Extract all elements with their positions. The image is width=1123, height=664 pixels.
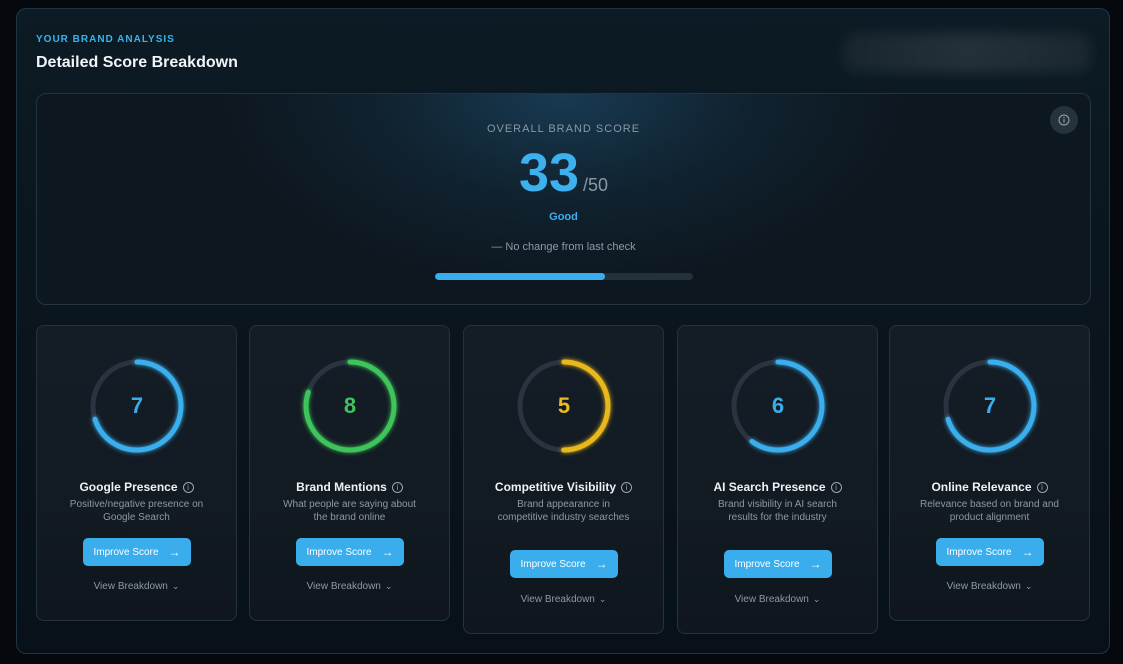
improve-score-label: Improve Score bbox=[520, 558, 586, 570]
info-icon[interactable]: i bbox=[182, 482, 194, 493]
info-icon[interactable]: i bbox=[1036, 482, 1048, 493]
score-value: 7 bbox=[130, 393, 144, 418]
improve-score-label: Improve Score bbox=[946, 546, 1012, 558]
overall-score-value: 33 bbox=[518, 143, 580, 203]
arrow-right-icon: → bbox=[595, 557, 608, 571]
score-value: 8 bbox=[343, 393, 357, 418]
score-breakdown-panel: YOUR BRAND ANALYSIS Detailed Score Break… bbox=[16, 8, 1110, 654]
score-card: 8 Brand Mentions i What people are saying a… bbox=[249, 325, 450, 621]
card-title: Google Presence i bbox=[37, 480, 236, 494]
view-breakdown-link[interactable]: View Breakdown ⌄ bbox=[890, 581, 1089, 592]
card-title-text: Brand Mentions bbox=[296, 480, 387, 494]
blurred-header-element bbox=[843, 33, 1091, 73]
improve-score-button[interactable]: Improve Score → bbox=[83, 538, 191, 566]
overall-progress-fill bbox=[435, 273, 606, 280]
arrow-right-icon: → bbox=[381, 545, 394, 559]
card-title: AI Search Presence i bbox=[678, 480, 877, 494]
overall-rating: Good bbox=[549, 211, 578, 223]
view-breakdown-label: View Breakdown bbox=[306, 581, 381, 592]
improve-score-button[interactable]: Improve Score → bbox=[724, 550, 832, 578]
view-breakdown-label: View Breakdown bbox=[520, 594, 595, 605]
score-ring: 5 bbox=[512, 354, 616, 458]
chevron-down-icon: ⌄ bbox=[384, 581, 393, 591]
improve-score-label: Improve Score bbox=[734, 558, 800, 570]
chevron-down-icon: ⌄ bbox=[171, 581, 180, 591]
arrow-right-icon: → bbox=[168, 545, 181, 559]
score-value: 5 bbox=[557, 393, 571, 418]
card-title-text: Competitive Visibility bbox=[494, 480, 617, 494]
improve-score-label: Improve Score bbox=[306, 546, 372, 558]
score-change-text: — No change from last check bbox=[491, 241, 636, 253]
card-title: Brand Mentions i bbox=[250, 480, 449, 494]
score-ring: 7 bbox=[938, 354, 1042, 458]
score-card: 7 Online Relevance i Relevance based on bra… bbox=[889, 325, 1090, 621]
overall-score-label: OVERALL BRAND SCORE bbox=[486, 123, 641, 135]
card-title: Competitive Visibility i bbox=[464, 480, 663, 494]
view-breakdown-link[interactable]: View Breakdown ⌄ bbox=[37, 581, 236, 592]
score-card: 5 Competitive Visibility i Brand appearance… bbox=[463, 325, 664, 634]
score-value: 6 bbox=[771, 393, 785, 418]
info-icon[interactable]: i bbox=[391, 482, 403, 493]
score-ring: 7 bbox=[85, 354, 189, 458]
score-value: 7 bbox=[983, 393, 997, 418]
card-description: Positive/negative presence on Google Sea… bbox=[69, 499, 204, 523]
info-icon[interactable]: i bbox=[621, 482, 633, 493]
improve-score-button[interactable]: Improve Score → bbox=[936, 538, 1044, 566]
section-kicker: YOUR BRAND ANALYSIS bbox=[36, 34, 175, 45]
info-icon[interactable]: i bbox=[830, 482, 842, 493]
overall-score-card: OVERALL BRAND SCORE 33/50 Good — No chan… bbox=[36, 93, 1091, 305]
card-title: Online Relevance i bbox=[890, 480, 1089, 494]
score-card: 7 Google Presence i Positive/negative prese… bbox=[36, 325, 237, 621]
chevron-down-icon: ⌄ bbox=[598, 594, 607, 604]
improve-score-button[interactable]: Improve Score → bbox=[510, 550, 618, 578]
card-title-text: AI Search Presence bbox=[713, 480, 826, 494]
arrow-right-icon: → bbox=[1021, 545, 1034, 559]
overall-progress-bar bbox=[435, 273, 693, 280]
view-breakdown-link[interactable]: View Breakdown ⌄ bbox=[464, 594, 663, 605]
improve-score-button[interactable]: Improve Score → bbox=[296, 538, 404, 566]
arrow-right-icon: → bbox=[809, 557, 822, 571]
view-breakdown-label: View Breakdown bbox=[93, 581, 168, 592]
overall-score-max: /50 bbox=[583, 175, 609, 195]
chevron-down-icon: ⌄ bbox=[1024, 581, 1033, 591]
view-breakdown-link[interactable]: View Breakdown ⌄ bbox=[250, 581, 449, 592]
page-title: Detailed Score Breakdown bbox=[36, 54, 238, 71]
score-ring: 8 bbox=[298, 354, 402, 458]
card-description: Relevance based on brand and product ali… bbox=[920, 499, 1059, 523]
card-title-text: Google Presence bbox=[79, 480, 178, 494]
card-description: What people are saying about the brand o… bbox=[283, 499, 416, 523]
chevron-down-icon: ⌄ bbox=[812, 594, 821, 604]
score-card: 6 AI Search Presence i Brand visibility in … bbox=[677, 325, 878, 634]
view-breakdown-label: View Breakdown bbox=[734, 594, 809, 605]
improve-score-label: Improve Score bbox=[93, 546, 159, 558]
card-description: Brand visibility in AI search results fo… bbox=[718, 499, 837, 523]
card-description: Brand appearance in competitive industry… bbox=[497, 499, 630, 523]
card-title-text: Online Relevance bbox=[931, 480, 1032, 494]
view-breakdown-link[interactable]: View Breakdown ⌄ bbox=[678, 594, 877, 605]
view-breakdown-label: View Breakdown bbox=[946, 581, 1021, 592]
score-ring: 6 bbox=[726, 354, 830, 458]
